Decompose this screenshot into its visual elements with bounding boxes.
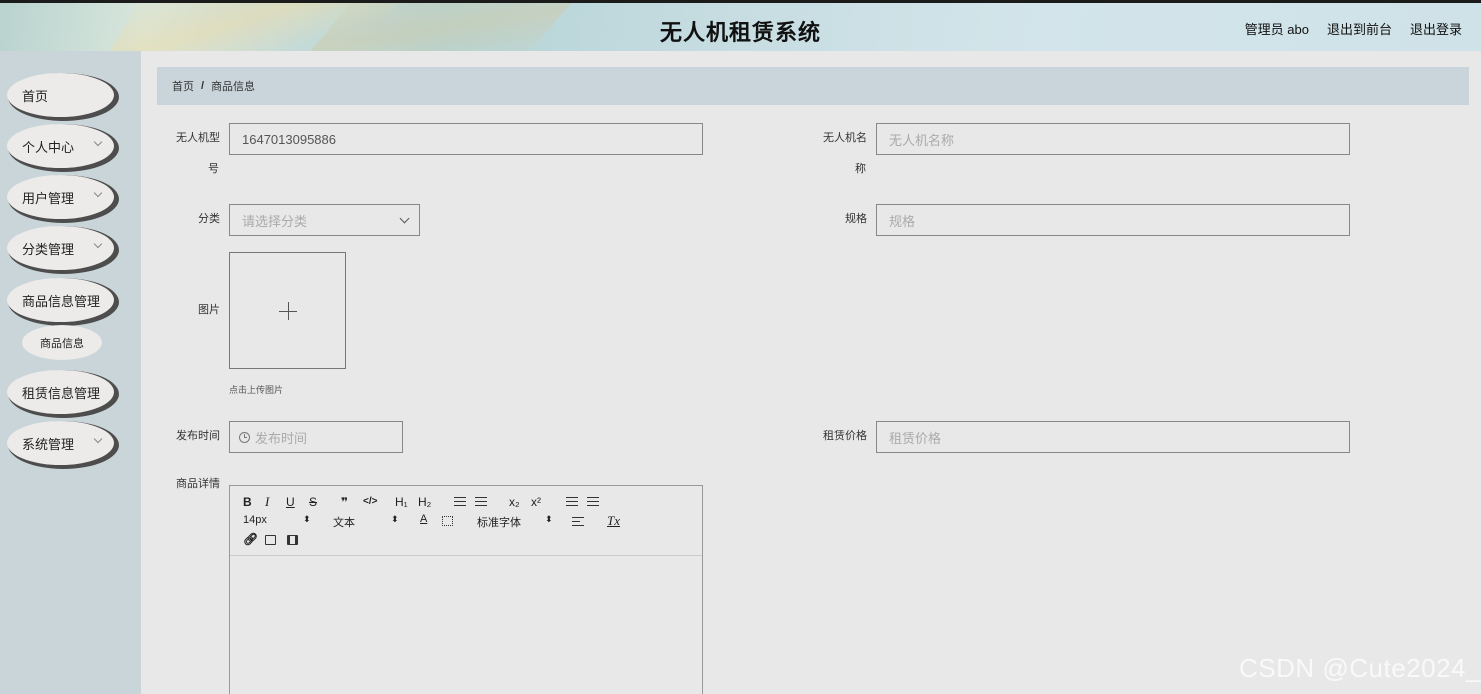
category-placeholder: 请选择分类	[242, 213, 308, 229]
main-content: 首页 / 商品信息 无人机型 号 1647013095886 无人机名 称 无人…	[141, 51, 1481, 694]
breadcrumb-home[interactable]: 首页	[172, 78, 194, 94]
sidebar-item-product-management[interactable]: 商品信息管理	[7, 278, 114, 322]
top-header: 无人机租赁系统 管理员 abo 退出到前台 退出登录	[0, 3, 1481, 51]
updown-icon: ⬍	[545, 514, 553, 524]
chevron-down-icon	[93, 188, 103, 198]
upload-hint: 点击上传图片	[229, 385, 284, 395]
clear-format-button[interactable]: Tx	[607, 513, 620, 529]
sidebar-subitem-label: 商品信息	[40, 337, 84, 350]
sidebar-item-label: 分类管理	[22, 241, 75, 257]
model-label: 无人机型 号	[161, 123, 220, 185]
chevron-down-icon	[399, 213, 410, 224]
rental-price-placeholder: 租赁价格	[889, 430, 942, 446]
logout-link[interactable]: 退出登录	[1410, 19, 1462, 38]
model-input[interactable]: 1647013095886	[229, 123, 703, 155]
sidebar-item-label: 个人中心	[22, 139, 75, 155]
sidebar-item-label: 租赁信息管理	[22, 385, 101, 401]
h1-button[interactable]: H₁	[395, 495, 408, 509]
text-type-value: 文本	[333, 517, 355, 529]
header-links: 管理员 abo 退出到前台 退出登录	[1245, 19, 1462, 38]
breadcrumb: 首页 / 商品信息	[157, 67, 1469, 105]
rental-price-input[interactable]: 租赁价格	[876, 421, 1350, 453]
publish-time-label: 发布时间	[176, 430, 220, 442]
link-icon[interactable]: 🔗︎	[243, 532, 258, 546]
chevron-down-icon	[93, 137, 103, 147]
sidebar: 首页 个人中心 用户管理 分类管理 商品信息管理 商品信息 租赁信息管理 系统管…	[0, 51, 141, 694]
chevron-down-icon	[93, 434, 103, 444]
video-icon[interactable]	[287, 535, 298, 545]
subscript-button[interactable]: x₂	[509, 495, 520, 509]
publish-time-placeholder: 发布时间	[255, 430, 308, 446]
drone-name-label-line1: 无人机名	[823, 132, 867, 144]
underline-button[interactable]: U	[286, 495, 295, 509]
details-label: 商品详情	[176, 478, 220, 490]
strike-button[interactable]: S	[309, 495, 317, 509]
spec-label: 规格	[845, 213, 867, 225]
font-size-value: 14px	[243, 514, 267, 526]
outdent-icon[interactable]	[566, 497, 578, 507]
font-family-select[interactable]: 标准字体 ⬍	[477, 514, 557, 530]
spec-placeholder: 规格	[889, 213, 916, 229]
updown-icon: ⬍	[391, 514, 399, 524]
back-to-front-link[interactable]: 退出到前台	[1327, 19, 1392, 38]
superscript-button[interactable]: x²	[531, 495, 541, 509]
image-icon[interactable]	[265, 535, 276, 545]
font-size-select[interactable]: 14px ⬍	[243, 514, 313, 526]
bullet-list-icon[interactable]	[475, 497, 487, 507]
chevron-down-icon	[93, 239, 103, 249]
rich-text-editor[interactable]: B I U S ❞ </> H₁ H₂ x₂ x² 14px ⬍ 文本 ⬍ A	[229, 485, 703, 694]
sidebar-item-label: 系统管理	[22, 436, 75, 452]
category-select[interactable]: 请选择分类	[229, 204, 420, 236]
background-color-icon[interactable]	[442, 516, 453, 526]
quote-button[interactable]: ❞	[341, 495, 348, 509]
breadcrumb-current: 商品信息	[211, 81, 256, 93]
sidebar-item-label: 首页	[22, 88, 49, 104]
sidebar-item-label: 用户管理	[22, 190, 75, 206]
editor-toolbar: B I U S ❞ </> H₁ H₂ x₂ x² 14px ⬍ 文本 ⬍ A	[230, 486, 702, 556]
italic-button[interactable]: I	[265, 494, 269, 510]
font-family-value: 标准字体	[477, 517, 521, 529]
model-label-line2: 号	[208, 163, 219, 175]
sidebar-item-personal-center[interactable]: 个人中心	[7, 124, 114, 168]
sidebar-subitem-product-info[interactable]: 商品信息	[22, 325, 102, 360]
sidebar-item-home[interactable]: 首页	[7, 73, 114, 117]
rental-price-label: 租赁价格	[823, 430, 867, 442]
watermark: CSDN @Cute2024_	[1238, 653, 1481, 683]
sidebar-item-category-management[interactable]: 分类管理	[7, 226, 114, 270]
drone-name-placeholder: 无人机名称	[889, 132, 955, 148]
sidebar-item-label: 商品信息管理	[22, 293, 101, 309]
updown-icon: ⬍	[303, 514, 311, 524]
sidebar-item-rental-management[interactable]: 租赁信息管理	[7, 370, 114, 414]
font-color-button[interactable]: A	[420, 513, 427, 525]
sidebar-item-system-management[interactable]: 系统管理	[7, 421, 114, 465]
drone-name-input[interactable]: 无人机名称	[876, 123, 1350, 155]
plus-icon	[288, 302, 289, 320]
drone-name-label: 无人机名 称	[808, 123, 867, 185]
model-input-value: 1647013095886	[242, 131, 336, 147]
text-type-select[interactable]: 文本 ⬍	[333, 514, 403, 530]
breadcrumb-separator: /	[201, 80, 205, 92]
code-button[interactable]: </>	[363, 496, 377, 507]
model-label-line1: 无人机型	[176, 132, 220, 144]
image-label: 图片	[198, 304, 220, 316]
admin-user-label: 管理员 abo	[1244, 22, 1309, 37]
clock-icon	[239, 431, 250, 443]
image-upload-box[interactable]	[229, 252, 346, 369]
sidebar-item-user-management[interactable]: 用户管理	[7, 175, 114, 219]
spec-input[interactable]: 规格	[876, 204, 1350, 236]
drone-name-label-line2: 称	[855, 163, 866, 175]
align-icon[interactable]	[572, 517, 584, 527]
h2-button[interactable]: H₂	[418, 495, 431, 509]
ordered-list-icon[interactable]	[454, 497, 466, 507]
publish-time-picker[interactable]: 发布时间	[229, 421, 403, 453]
indent-icon[interactable]	[587, 497, 599, 507]
category-label: 分类	[198, 213, 220, 225]
bold-button[interactable]: B	[243, 495, 252, 509]
